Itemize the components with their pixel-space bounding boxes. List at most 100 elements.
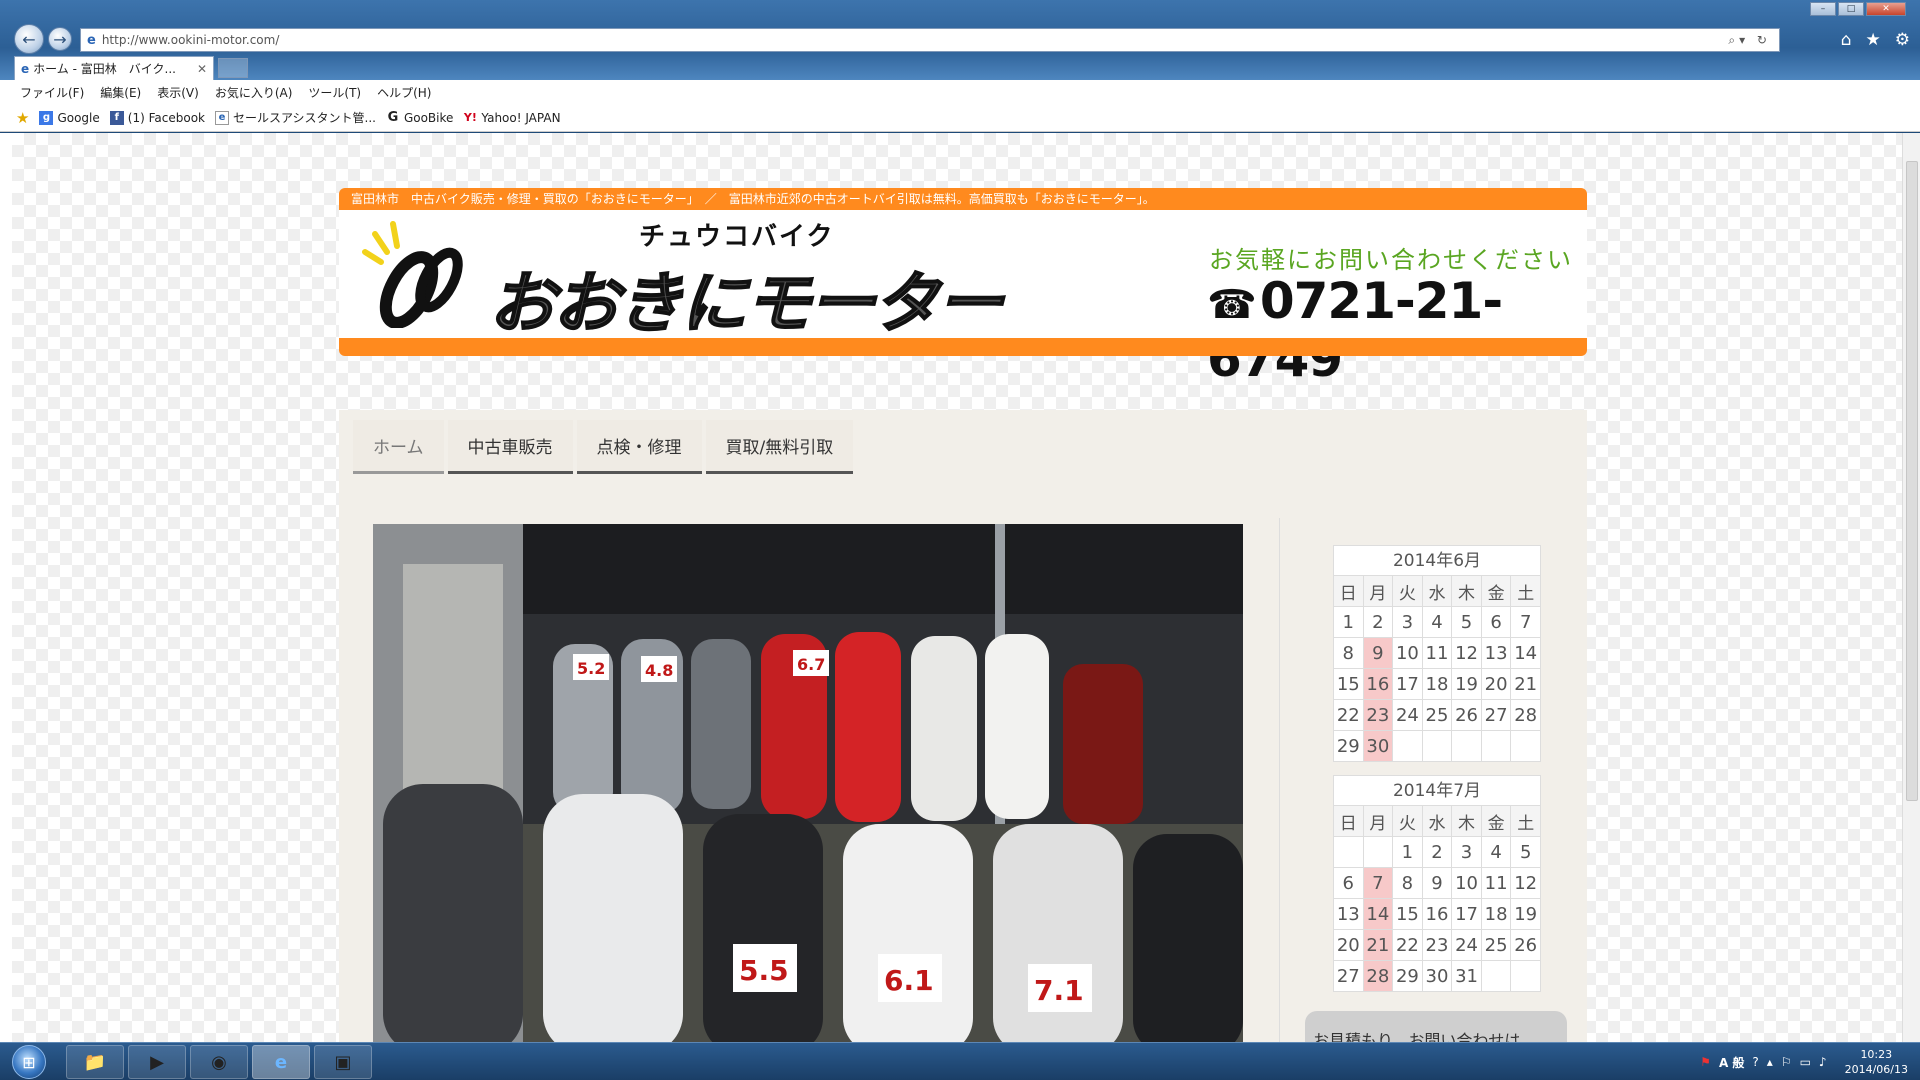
settings-gear-icon[interactable]: ⚙ — [1895, 30, 1910, 50]
calendar-week-row: 1234567 — [1333, 606, 1541, 638]
nav-used-sales[interactable]: 中古車販売 — [447, 420, 573, 474]
media-player-icon[interactable]: ▶ — [128, 1045, 186, 1079]
flag-icon[interactable]: ⚑ — [1700, 1055, 1711, 1069]
fav-sales-assistant[interactable]: e セールスアシスタント管... — [214, 109, 376, 126]
forward-arrow-icon: → — [53, 29, 67, 49]
calendar-empty-cell — [1510, 730, 1541, 762]
calendar-day: 18 — [1421, 668, 1453, 700]
calendar-day: 16 — [1421, 898, 1453, 930]
search-refresh-icons[interactable]: ⌕▾ ↻ — [1728, 33, 1771, 48]
nav-purchase[interactable]: 買取/無料引取 — [705, 420, 854, 474]
minimize-button[interactable]: – — [1810, 2, 1836, 16]
nav-repair[interactable]: 点検・修理 — [576, 420, 702, 474]
close-window-button[interactable]: ✕ — [1866, 2, 1906, 16]
calendar-day: 13 — [1333, 898, 1364, 930]
clock[interactable]: 10:23 2014/06/13 — [1845, 1047, 1908, 1077]
weekday: 木 — [1451, 805, 1482, 837]
yahoo-icon: Y! — [463, 111, 477, 124]
calendar-day: 6 — [1333, 867, 1364, 899]
calendar-day: 28 — [1362, 960, 1394, 992]
fav-yahoo[interactable]: Y! Yahoo! JAPAN — [463, 111, 561, 125]
browser-toolbar-icons: ⌂ ★ ⚙ — [1841, 30, 1910, 50]
forward-button[interactable]: → — [48, 27, 72, 51]
home-icon[interactable]: ⌂ — [1841, 30, 1852, 50]
show-hidden-icons[interactable]: ▴ — [1767, 1055, 1773, 1069]
site-page: 富田林市 中古バイク販売・修理・買取の「おおきにモーター」 ／ 富田林市近郊の中… — [339, 188, 1587, 1042]
calendar-day: 10 — [1392, 637, 1423, 669]
fav-label: セールスアシスタント管... — [232, 111, 376, 125]
logo-mark-icon[interactable] — [357, 218, 467, 328]
calendar-day: 13 — [1480, 637, 1512, 669]
ime-indicator[interactable]: A 般 — [1719, 1054, 1744, 1071]
weekday: 月 — [1362, 805, 1394, 837]
window-controls: – □ ✕ — [1810, 2, 1906, 16]
calendar-week-row: 15 16 17 18 19 20 21 — [1333, 668, 1541, 700]
fav-facebook[interactable]: f (1) Facebook — [109, 110, 205, 125]
price-tag: 7.1 — [1034, 974, 1084, 1007]
calendar-day: 26 — [1510, 929, 1541, 961]
back-button[interactable]: ← — [14, 24, 44, 54]
page-scrollbar[interactable] — [1902, 133, 1920, 1042]
nav-home[interactable]: ホーム — [353, 420, 444, 474]
calendar-day: 12 — [1510, 867, 1541, 899]
viewport-edge — [0, 133, 12, 1042]
calendar-day: 22 — [1333, 699, 1364, 731]
fav-google[interactable]: g Google — [39, 110, 100, 125]
menu-file[interactable]: ファイル(F) — [20, 84, 84, 101]
menu-view[interactable]: 表示(V) — [157, 84, 199, 101]
price-tag: 6.1 — [884, 964, 934, 997]
tab-close-icon[interactable]: ✕ — [197, 62, 207, 76]
weekday: 月 — [1362, 575, 1394, 607]
ie-icon[interactable]: e — [252, 1045, 310, 1079]
calendar-day: 1 — [1392, 836, 1423, 868]
favorites-star-icon[interactable]: ★ — [1866, 30, 1881, 50]
app-icon[interactable]: ▣ — [314, 1045, 372, 1079]
explorer-icon[interactable]: 📁 — [66, 1045, 124, 1079]
fav-goobike[interactable]: G GooBike — [386, 110, 454, 125]
calendar-week-row: 27 28 29 30 31 — [1333, 960, 1541, 992]
calendar-day: 1 — [1333, 606, 1364, 638]
calendar-day: 8 — [1392, 867, 1423, 899]
logo-name[interactable]: おおきにモーター — [488, 250, 1004, 346]
calendar-day: 21 — [1362, 929, 1394, 961]
phone-number: ☎0721-21-6749 — [1207, 272, 1587, 388]
page-viewport: 富田林市 中古バイク販売・修理・買取の「おおきにモーター」 ／ 富田林市近郊の中… — [12, 133, 1902, 1042]
tab-favicon: e — [21, 61, 30, 76]
maximize-button[interactable]: □ — [1838, 2, 1864, 16]
menu-help[interactable]: ヘルプ(H) — [377, 84, 431, 101]
menu-edit[interactable]: 編集(E) — [100, 84, 141, 101]
weekday: 木 — [1451, 575, 1482, 607]
menu-tools[interactable]: ツール(T) — [308, 84, 361, 101]
address-bar[interactable]: e http://www.ookini-motor.com/ ⌕▾ ↻ — [80, 28, 1780, 52]
chrome-icon[interactable]: ◉ — [190, 1045, 248, 1079]
help-icon[interactable]: ? — [1752, 1055, 1758, 1069]
weekday: 金 — [1480, 805, 1512, 837]
weekday-row: 日 月 火 水 木 金 土 — [1333, 575, 1541, 607]
menu-favorites[interactable]: お気に入り(A) — [215, 84, 293, 101]
back-arrow-icon: ← — [22, 29, 36, 49]
calendar-day: 3 — [1392, 606, 1423, 638]
calendar-week-row: 13 14 15 16 17 18 19 — [1333, 898, 1541, 930]
calendar-day: 17 — [1392, 668, 1423, 700]
calendar-day: 14 — [1510, 637, 1541, 669]
calendar-day: 24 — [1451, 929, 1482, 961]
clock-date: 2014/06/13 — [1844, 1063, 1908, 1076]
weekday: 土 — [1510, 805, 1541, 837]
calendar-june: 2014年6月 日 月 火 水 木 金 土 1 2 3 4 5 6 7 8 9 10 11 12 13 1… — [1333, 545, 1541, 762]
start-button[interactable]: ⊞ — [12, 1045, 46, 1079]
calendar-day: 23 — [1421, 929, 1453, 961]
network-icon[interactable]: ▭ — [1800, 1055, 1811, 1069]
tab-active[interactable]: e ホーム - 富田林 バイク... ✕ — [14, 56, 214, 80]
calendar-day: 14 — [1362, 898, 1394, 930]
scrollbar-thumb[interactable] — [1906, 161, 1918, 801]
calendar-day: 18 — [1480, 898, 1512, 930]
volume-icon[interactable]: ♪ — [1819, 1055, 1827, 1069]
calendar-day: 4 — [1421, 606, 1453, 638]
calendar-day: 11 — [1421, 637, 1453, 669]
calendar-day: 5 — [1451, 606, 1482, 638]
url-text[interactable]: http://www.ookini-motor.com/ — [102, 33, 280, 47]
site-header: チュウコバイク おおきにモーター お気軽にお問い合わせください ☎0721-21… — [339, 210, 1587, 388]
new-tab-button[interactable] — [218, 58, 248, 78]
add-favorites-star-icon[interactable]: ★ — [16, 109, 29, 127]
action-center-icon[interactable]: ⚐ — [1781, 1055, 1792, 1069]
